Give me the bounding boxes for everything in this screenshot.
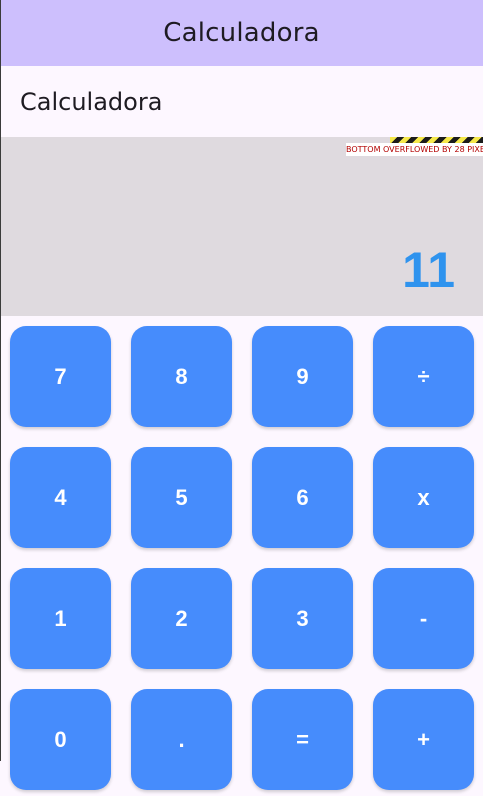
key-6[interactable]: 6 (252, 447, 353, 548)
key-decimal[interactable]: . (131, 689, 232, 790)
display-value: 11 (402, 242, 455, 298)
app-bar: Calculadora (0, 0, 483, 66)
key-2[interactable]: 2 (131, 568, 232, 669)
keypad: 7 8 9 ÷ 4 5 6 x 1 2 3 - 0 . = + (10, 326, 475, 796)
key-3[interactable]: 3 (252, 568, 353, 669)
display-panel: 11 (0, 137, 483, 316)
key-divide[interactable]: ÷ (373, 326, 474, 427)
key-equals[interactable]: = (252, 689, 353, 790)
key-0[interactable]: 0 (10, 689, 111, 790)
key-5[interactable]: 5 (131, 447, 232, 548)
overflow-warning-label: BOTTOM OVERFLOWED BY 28 PIXELS (346, 143, 483, 156)
key-1[interactable]: 1 (10, 568, 111, 669)
window-edge (0, 0, 1, 761)
key-add[interactable]: + (373, 689, 474, 790)
page-title: Calculadora (20, 87, 163, 116)
app-bar-title: Calculadora (163, 18, 320, 48)
key-9[interactable]: 9 (252, 326, 353, 427)
header: Calculadora (0, 66, 483, 137)
key-4[interactable]: 4 (10, 447, 111, 548)
key-subtract[interactable]: - (373, 568, 474, 669)
key-multiply[interactable]: x (373, 447, 474, 548)
key-8[interactable]: 8 (131, 326, 232, 427)
key-7[interactable]: 7 (10, 326, 111, 427)
